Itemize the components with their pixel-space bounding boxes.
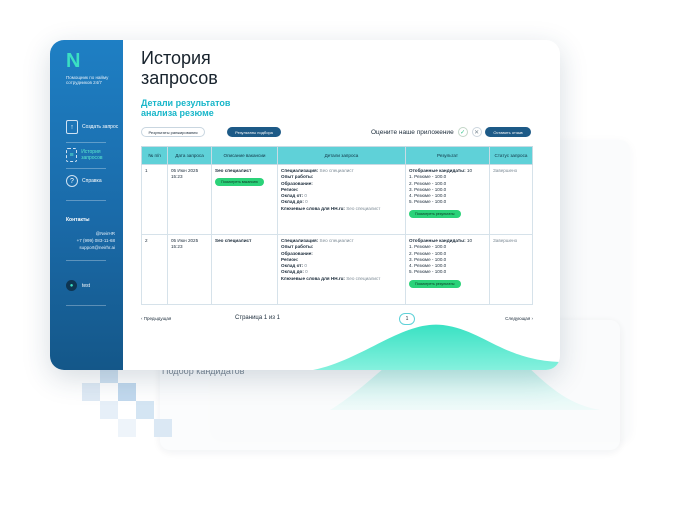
divider: [66, 305, 106, 306]
leave-feedback-button[interactable]: Оставить отзыв: [485, 127, 531, 137]
sidebar-item-label: Справка: [82, 178, 102, 184]
result-title: Отобранные кандидаты:: [409, 238, 466, 243]
result-title: Отобранные кандидаты:: [409, 168, 466, 173]
page-title: История запросов: [141, 48, 218, 88]
row-date: 05 Июн 2025 15:23: [167, 234, 212, 305]
list-icon: ≡: [66, 148, 78, 162]
column-header: Детали запроса: [277, 146, 406, 165]
main-content: История запросов Детали результатов анал…: [123, 40, 560, 370]
detail-value: Seo специалист: [319, 168, 354, 173]
rating-label: Оцените наше приложение: [371, 128, 454, 136]
detail-value: Seo специалист: [319, 238, 354, 243]
avatar-icon: ●: [66, 280, 77, 291]
detail-key: Специализация:: [281, 168, 319, 173]
row-result: Отобранные кандидаты: 10 1. Резюме - 100…: [405, 234, 490, 305]
detail-key: Опыт работы:: [281, 244, 314, 250]
sidebar-item-create[interactable]: ↑ Создать запрос: [66, 120, 120, 134]
upload-icon: ↑: [66, 120, 78, 134]
previous-label: Предыдущая: [143, 316, 172, 321]
divider: [66, 200, 106, 201]
detail-key: Образование:: [281, 250, 313, 256]
column-header: Описание вакансии: [211, 146, 278, 165]
row-status: Завершено: [489, 234, 533, 305]
detail-key: Специализация:: [281, 238, 319, 243]
column-header: Дата запроса: [167, 146, 212, 165]
divider: [66, 168, 106, 169]
contacts-title: Контакты: [66, 217, 90, 223]
tab-ranking-results[interactable]: Результаты ранжирования: [141, 127, 205, 137]
history-table: № п/п Дата запроса Описание вакансии Дет…: [141, 146, 533, 305]
rating-prompt: Оцените наше приложение ✓ ✕: [371, 127, 482, 137]
row-number: 2: [141, 234, 168, 305]
contact-phone[interactable]: +7 (999) 083-11-68: [77, 238, 115, 243]
contact-email[interactable]: support@neirhr.ai: [79, 245, 115, 250]
detail-key: Оклад до:: [281, 199, 304, 205]
detail-value: Seo специалист: [346, 275, 381, 281]
detail-key: Оклад до:: [281, 269, 304, 275]
help-icon: ?: [66, 175, 78, 187]
sidebar: N Помощник по найму сотрудников 24/7 ↑ С…: [50, 40, 123, 370]
app-window: N Помощник по найму сотрудников 24/7 ↑ С…: [50, 40, 560, 370]
previous-page-button[interactable]: ‹ Предыдущая: [141, 316, 171, 321]
row-status: Завершено: [489, 164, 533, 235]
next-label: Следующая: [505, 316, 531, 321]
row-result: Отобранные кандидаты: 10 1. Резюме - 100…: [405, 164, 490, 235]
detail-key: Регион:: [281, 256, 299, 262]
result-count: 10: [466, 168, 473, 173]
resume-line: 5. Резюме - 100.0: [409, 199, 447, 205]
view-vacancy-button[interactable]: Посмотреть вакансию: [215, 178, 264, 187]
table-row: 2 05 Июн 2025 15:23 Seo специалист Специ…: [141, 234, 533, 305]
sidebar-item-help[interactable]: ? Справка: [66, 175, 120, 187]
detail-key: Опыт работы:: [281, 174, 314, 180]
page-info: Страница 1 из 1: [235, 315, 280, 321]
resume-line: 5. Резюме - 100.0: [409, 269, 447, 275]
row-number: 1: [141, 164, 168, 235]
detail-key: Ключевые слова для HH.ru:: [281, 275, 345, 281]
tab-selection-results[interactable]: Результаты подбора: [227, 127, 281, 137]
detail-key: Оклад от:: [281, 193, 304, 199]
detail-value: 0: [305, 269, 308, 275]
detail-key: Образование:: [281, 180, 313, 186]
page-number-button[interactable]: 1: [399, 313, 415, 325]
view-results-button[interactable]: Посмотреть результаты: [409, 209, 461, 218]
pagination: ‹ Предыдущая Страница 1 из 1 1 Следующая…: [141, 313, 533, 325]
vacancy-name: Seo специалист: [215, 238, 252, 243]
row-vacancy: Seo специалист Посмотреть вакансию: [211, 164, 278, 235]
detail-value: 0: [305, 199, 308, 205]
sidebar-item-label: История запросов: [81, 149, 103, 161]
thumbs-down-icon[interactable]: ✕: [471, 127, 482, 137]
column-header: Статус запроса: [489, 146, 533, 165]
detail-key: Оклад от:: [281, 263, 304, 269]
thumbs-up-icon[interactable]: ✓: [457, 127, 468, 137]
result-count: 10: [466, 238, 473, 243]
detail-value: 0: [304, 263, 307, 269]
row-date: 05 Июн 2025 15:23: [167, 164, 212, 235]
tagline: Помощник по найму сотрудников 24/7: [66, 75, 109, 85]
next-page-button[interactable]: Следующая ›: [505, 316, 533, 321]
detail-value: Seo специалист: [346, 205, 381, 211]
contact-telegram[interactable]: @NeirHR: [96, 231, 115, 236]
user-name: test: [82, 282, 91, 289]
detail-key: Ключевые слова для HH.ru:: [281, 205, 345, 211]
sidebar-item-label: Создать запрос: [82, 124, 119, 130]
view-results-button[interactable]: Посмотреть результаты: [409, 279, 461, 288]
vacancy-name: Seo специалист: [215, 168, 252, 173]
column-header: № п/п: [141, 146, 168, 165]
divider: [66, 260, 106, 261]
row-vacancy: Seo специалист: [211, 234, 278, 305]
column-header: Результат: [405, 146, 490, 165]
table-row: 1 05 Июн 2025 15:23 Seo специалист Посмо…: [141, 164, 533, 235]
user-profile[interactable]: ● test: [66, 280, 90, 291]
row-details: Специализация: Seo специалист Опыт работ…: [277, 164, 406, 235]
detail-value: 0: [304, 193, 307, 199]
sidebar-item-history[interactable]: ≡ История запросов: [66, 148, 120, 162]
row-details: Специализация: Seo специалист Опыт работ…: [277, 234, 406, 305]
detail-key: Регион:: [281, 186, 299, 192]
page-subtitle: Детали результатов анализа резюме: [141, 98, 231, 118]
logo: N: [66, 50, 81, 72]
divider: [66, 142, 106, 143]
